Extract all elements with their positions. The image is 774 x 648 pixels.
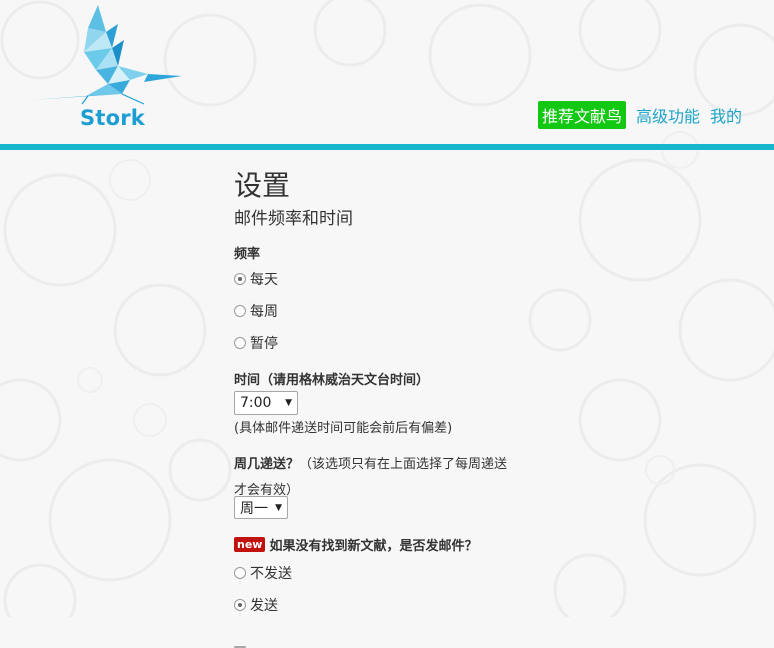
nav-item-advanced[interactable]: 高级功能 [636, 103, 700, 127]
chevron-down-icon: ▼ [275, 502, 282, 513]
weekday-question: 周几递送？（该选项只有在上面选择了每周递送 [234, 453, 507, 472]
weekday-select[interactable]: 周一 ▼ [234, 496, 288, 519]
no-new-option-dont-send[interactable]: 不发送 [234, 563, 292, 583]
radio-label: 发送 [250, 598, 278, 614]
radio-label: 每天 [250, 272, 278, 288]
no-new-option-send[interactable]: 发送 [234, 595, 278, 615]
frequency-option-weekly[interactable]: 每周 [234, 301, 278, 321]
new-badge: new [234, 537, 266, 552]
page-title: 设置 [234, 169, 291, 202]
section-subtitle: 邮件频率和时间 [234, 209, 353, 229]
radio-button[interactable] [234, 599, 246, 611]
nav-item-recommend[interactable]: 推荐文献鸟 [537, 101, 626, 129]
radio-button[interactable] [234, 305, 246, 317]
no-new-label: 如果没有找到新文献，是否发邮件？ [269, 539, 478, 554]
radio-button[interactable] [234, 337, 246, 349]
radio-label: 每周 [250, 304, 278, 320]
weekday-hint: （该选项只有在上面选择了每周递送 [299, 457, 508, 472]
frequency-option-pause[interactable]: 暂停 [234, 333, 278, 353]
nav-item-mine[interactable]: 我的 [710, 103, 742, 127]
time-select[interactable]: 7:00 ▼ [234, 391, 298, 415]
weekday-select-value: 周一 [240, 500, 268, 517]
time-select-value: 7:00 [240, 395, 272, 411]
chevron-down-icon: ▼ [285, 398, 292, 408]
header-divider [0, 144, 774, 150]
radio-button[interactable] [234, 567, 246, 579]
frequency-option-daily[interactable]: 每天 [234, 269, 278, 289]
brand-name[interactable]: Stork [80, 106, 145, 130]
time-note: (具体邮件递送时间可能会前后有偏差) [234, 421, 453, 436]
radio-label: 不发送 [250, 566, 292, 582]
site-header: Stork 推荐文献鸟 高级功能 我的 [0, 0, 774, 145]
no-new-question: new 如果没有找到新文献，是否发邮件？ [234, 535, 477, 554]
time-label: 时间（请用格林威治天文台时间） [234, 373, 430, 388]
weekday-label: 周几递送？ [234, 457, 300, 472]
frequency-label: 频率 [234, 247, 261, 262]
radio-label: 暂停 [250, 336, 278, 352]
main-nav: 推荐文献鸟 高级功能 我的 [537, 101, 742, 129]
radio-button[interactable] [234, 273, 246, 285]
